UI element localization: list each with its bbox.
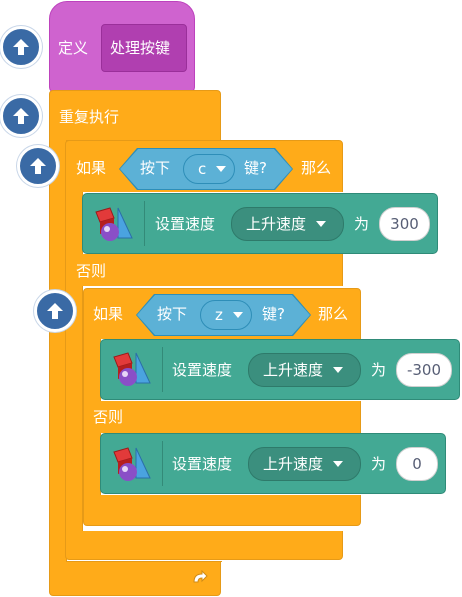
caret-down-icon [333, 367, 344, 373]
to-label: 为 [371, 361, 387, 379]
to-label: 为 [354, 215, 370, 233]
property-dropdown[interactable]: 上升速度 [248, 353, 361, 387]
condition-suffix: 键? [244, 159, 267, 177]
loop-arrow-icon [190, 569, 210, 588]
up-arrow-icon [47, 303, 63, 319]
key-dropdown-z[interactable]: z [200, 300, 252, 330]
key-value: z [215, 306, 223, 324]
if-label-outer: 如果 [76, 159, 107, 177]
up-arrow-icon [13, 108, 29, 124]
physics-shapes-icon [92, 204, 134, 244]
set-label: 设置速度 [172, 361, 233, 379]
key-dropdown-c[interactable]: c [183, 154, 235, 184]
condition-suffix: 键? [262, 305, 285, 323]
caret-down-icon [316, 221, 327, 227]
define-keyword: 定义 [58, 39, 89, 57]
if-label-inner: 如果 [93, 305, 124, 323]
custom-block-name-label: 处理按键 [110, 39, 171, 57]
up-arrow-icon [13, 39, 29, 55]
value-input[interactable]: 300 [379, 207, 430, 241]
caret-down-icon [232, 312, 243, 318]
set-label: 设置速度 [155, 215, 216, 233]
separator [144, 201, 145, 246]
forever-label: 重复执行 [59, 108, 120, 126]
caret-down-icon [333, 461, 344, 467]
else-label-outer: 否则 [76, 262, 107, 280]
separator [162, 441, 163, 486]
property-value: 上升速度 [263, 361, 324, 379]
caret-down-icon [216, 166, 227, 172]
jump-to-block-button[interactable] [34, 290, 76, 332]
jump-to-block-button[interactable] [17, 145, 59, 187]
jump-to-block-button[interactable] [0, 95, 42, 137]
physics-shapes-icon [110, 444, 152, 484]
to-label: 为 [371, 455, 387, 473]
condition-prefix: 按下 [140, 159, 171, 177]
else-label-inner: 否则 [93, 408, 124, 426]
physics-shapes-icon [110, 349, 152, 389]
key-value: c [198, 160, 207, 178]
property-dropdown[interactable]: 上升速度 [248, 447, 361, 481]
property-value: 上升速度 [263, 455, 324, 473]
set-label: 设置速度 [172, 455, 233, 473]
value-input[interactable]: -300 [396, 353, 452, 387]
separator [162, 347, 163, 392]
condition-prefix: 按下 [157, 305, 188, 323]
property-dropdown[interactable]: 上升速度 [231, 207, 344, 241]
then-label-inner: 那么 [318, 305, 349, 323]
up-arrow-icon [30, 158, 46, 174]
value-input[interactable]: 0 [396, 447, 438, 481]
then-label-outer: 那么 [301, 159, 332, 177]
property-value: 上升速度 [246, 215, 307, 233]
jump-to-block-button[interactable] [0, 26, 42, 68]
